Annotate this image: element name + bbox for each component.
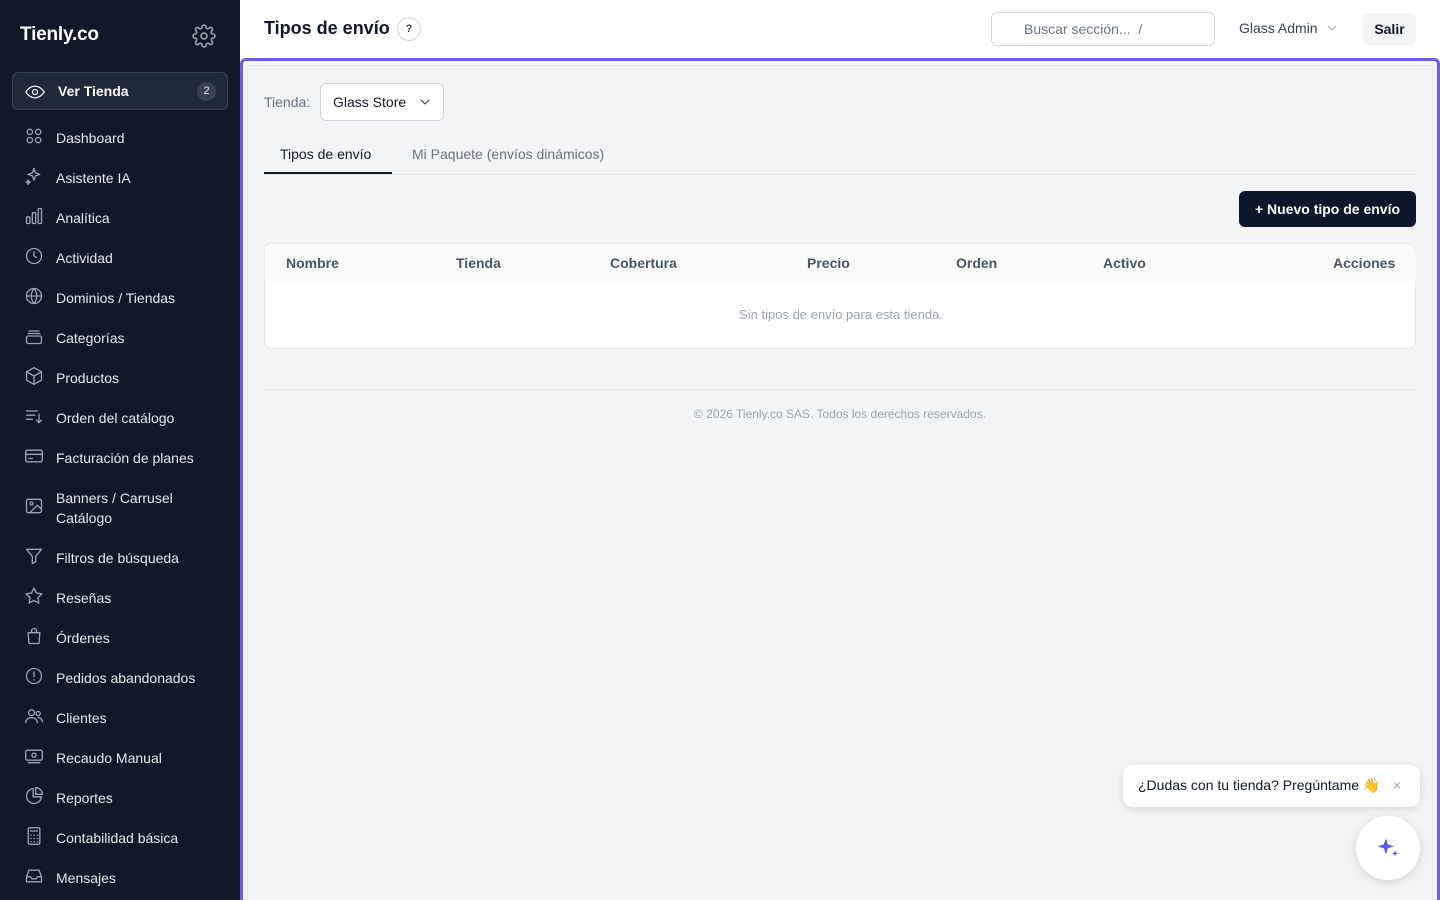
star-icon	[24, 586, 44, 606]
sparkles-icon	[1377, 838, 1399, 857]
tab-tipos-de-envio[interactable]: Tipos de envío	[280, 146, 371, 162]
sparkles-icon	[24, 166, 44, 186]
layers-icon	[24, 326, 44, 346]
sidebar-item-label: Analítica	[56, 210, 110, 226]
sidebar-item-filtros[interactable]: Filtros de búsqueda	[12, 539, 228, 573]
store-select[interactable]: Glass Store	[320, 83, 444, 121]
sidebar-item-ordenes[interactable]: Órdenes	[12, 619, 228, 653]
column-header-acciones[interactable]: Acciones	[1333, 255, 1395, 271]
sidebar-item-label: Reseñas	[56, 590, 112, 606]
sidebar-item-analitica[interactable]: Analítica	[12, 199, 228, 233]
sidebar-item-mensajes[interactable]: Mensajes	[12, 859, 228, 893]
sidebar-item-dominios[interactable]: Dominios / Tiendas	[12, 279, 228, 313]
brand-logo[interactable]: Tienly.co	[20, 24, 99, 46]
empty-state-message: Sin tipos de envío para esta tienda.	[739, 307, 943, 322]
shipping-types-table: Nombre Tienda Cobertura Precio Orden Act…	[264, 243, 1416, 349]
sidebar-item-label: Mensajes	[56, 870, 116, 886]
tabs: Tipos de envío Mi Paquete (envíos dinámi…	[264, 136, 1416, 175]
column-header-orden[interactable]: Orden	[956, 255, 997, 271]
sidebar-item-label: Asistente IA	[56, 170, 131, 186]
sidebar-item-banners[interactable]: Banners / Carrusel Catálogo	[12, 479, 228, 533]
tab-mi-paquete[interactable]: Mi Paquete (envíos dinámicos)	[412, 146, 604, 162]
column-header-precio[interactable]: Precio	[807, 255, 850, 271]
sidebar-item-label: Categorías	[56, 330, 125, 346]
box-icon	[24, 366, 44, 386]
credit-card-icon	[24, 446, 44, 466]
sidebar-item-recaudo-manual[interactable]: Recaudo Manual	[12, 739, 228, 773]
search-box	[991, 12, 1215, 46]
footer-copyright: © 2026 Tienly.co SAS. Todos los derechos…	[694, 407, 986, 421]
store-select-value: Glass Store	[333, 94, 407, 110]
shopping-bag-icon	[24, 626, 44, 646]
calculator-icon	[24, 826, 44, 846]
help-button[interactable]: ?	[397, 17, 421, 41]
chat-prompt-bubble[interactable]: ¿Dudas con tu tienda? Pregúntame 👋 ×	[1123, 765, 1420, 807]
ai-assistant-button[interactable]	[1356, 816, 1420, 880]
column-header-nombre[interactable]: Nombre	[286, 255, 339, 271]
sidebar-item-label: Dominios / Tiendas	[56, 290, 176, 306]
sidebar-item-orden-catalogo[interactable]: Orden del catálogo	[12, 399, 228, 433]
sidebar-item-label: Contabilidad básica	[56, 830, 179, 846]
sidebar-item-resenas[interactable]: Reseñas	[12, 579, 228, 613]
image-icon	[24, 496, 44, 516]
globe-icon	[24, 286, 44, 306]
sidebar-item-label: Pedidos abandonados	[56, 670, 196, 686]
sidebar-item-dashboard[interactable]: Dashboard	[12, 119, 228, 153]
column-header-cobertura[interactable]: Cobertura	[610, 255, 677, 271]
page-title: Tipos de envío	[264, 18, 390, 38]
sidebar-item-label: Productos	[56, 370, 120, 386]
sidebar-item-reportes[interactable]: Reportes	[12, 779, 228, 813]
sidebar-item-asistente-ia[interactable]: Asistente IA	[12, 159, 228, 193]
sidebar: Tienly.co Ver Tienda 2 Dashboard Asisten…	[0, 0, 240, 900]
sidebar-item-label: Actividad	[56, 250, 113, 266]
close-icon[interactable]: ×	[1393, 777, 1401, 793]
users-icon	[24, 706, 44, 726]
ver-tienda-label: Ver Tienda	[58, 83, 129, 99]
store-filter-label: Tienda:	[264, 94, 311, 110]
sidebar-item-label: Banners / Carrusel Catálogo	[56, 490, 173, 526]
user-name: Glass Admin	[1239, 20, 1318, 36]
sidebar-item-categorias[interactable]: Categorías	[12, 319, 228, 353]
sidebar-item-label: Facturación de planes	[56, 450, 194, 466]
eye-icon	[25, 82, 45, 102]
sort-list-icon	[24, 406, 44, 426]
settings-gear-icon[interactable]	[192, 24, 216, 48]
logout-button[interactable]: Salir	[1363, 13, 1416, 45]
active-tab-indicator	[264, 172, 392, 174]
ver-tienda-button[interactable]: Ver Tienda 2	[12, 72, 228, 110]
footer-divider	[264, 389, 1416, 390]
column-header-tienda[interactable]: Tienda	[456, 255, 501, 271]
pie-chart-icon	[24, 786, 44, 806]
sidebar-item-label: Recaudo Manual	[56, 750, 162, 766]
sidebar-item-contabilidad[interactable]: Contabilidad básica	[12, 819, 228, 853]
cash-icon	[24, 746, 44, 766]
search-input[interactable]	[1024, 19, 1204, 39]
sidebar-item-label: Clientes	[56, 710, 107, 726]
alert-circle-icon	[24, 666, 44, 686]
sidebar-item-productos[interactable]: Productos	[12, 359, 228, 393]
chevron-down-icon	[1325, 21, 1339, 38]
dashboard-grid-icon	[24, 126, 44, 146]
bar-chart-icon	[24, 206, 44, 226]
sidebar-item-label: Filtros de búsqueda	[56, 550, 179, 566]
top-bar: Tipos de envío ? Glass Admin Salir	[240, 0, 1440, 58]
ver-tienda-badge: 2	[197, 82, 216, 101]
sidebar-item-label: Reportes	[56, 790, 113, 806]
inbox-icon	[24, 866, 44, 886]
sidebar-item-clientes[interactable]: Clientes	[12, 699, 228, 733]
user-menu[interactable]: Glass Admin	[1239, 20, 1339, 38]
new-shipping-type-button[interactable]: + Nuevo tipo de envío	[1239, 191, 1416, 227]
column-header-activo[interactable]: Activo	[1103, 255, 1146, 271]
sidebar-item-label: Dashboard	[56, 130, 125, 146]
clock-icon	[24, 246, 44, 266]
table-header: Nombre Tienda Cobertura Precio Orden Act…	[266, 245, 1416, 281]
sidebar-item-label: Órdenes	[56, 630, 110, 646]
filter-icon	[24, 546, 44, 566]
sidebar-item-actividad[interactable]: Actividad	[12, 239, 228, 273]
chat-prompt-text: ¿Dudas con tu tienda? Pregúntame 👋	[1138, 777, 1381, 793]
sidebar-item-label: Orden del catálogo	[56, 410, 175, 426]
sidebar-item-pedidos-abandonados[interactable]: Pedidos abandonados	[12, 659, 228, 693]
sidebar-item-facturacion[interactable]: Facturación de planes	[12, 439, 228, 473]
chevron-down-icon	[417, 94, 433, 115]
